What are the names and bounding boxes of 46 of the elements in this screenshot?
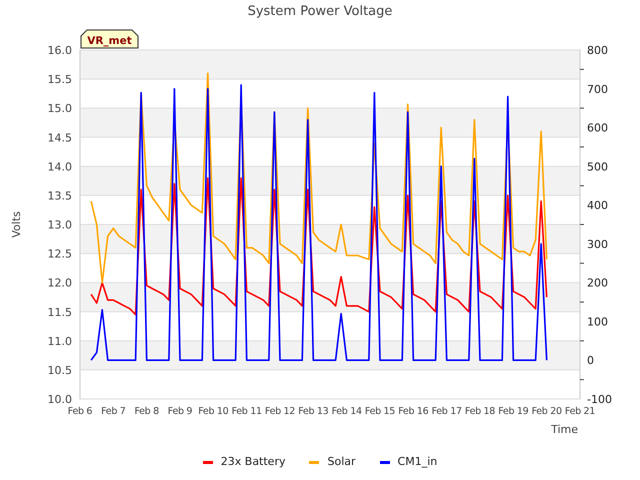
y-tick-label: 14.0 (48, 160, 72, 174)
y2-tick-label: 100 (587, 315, 608, 328)
y2-tick-label: 700 (587, 82, 608, 96)
y-tick-label: 15.5 (48, 73, 72, 86)
y-tick-label: 13.0 (48, 218, 72, 232)
y2-tick-label: 200 (587, 276, 608, 290)
y-tick-label: 11.5 (48, 306, 72, 319)
legend-label: 23x Battery (220, 454, 286, 470)
y-axis-title: Volts (10, 211, 23, 238)
y2-tick-label: 800 (587, 44, 608, 57)
x-tick-label: Feb 6 (68, 406, 92, 417)
x-tick-label: Feb 8 (134, 406, 159, 417)
x-tick-label: Feb 12 (264, 406, 296, 417)
x-tick-label: Feb 18 (464, 406, 496, 417)
y-tick-label: 16.0 (48, 44, 72, 57)
y-tick-label: 12.0 (48, 276, 72, 290)
chart-title: System Power Voltage (248, 3, 392, 22)
y2-tick-label: 500 (587, 160, 608, 174)
y2-tick-label: 400 (587, 199, 608, 212)
x-tick-label: Feb 16 (398, 406, 428, 417)
y-tick-label: 15.0 (48, 102, 72, 116)
y-tick-label: 10.0 (48, 393, 72, 406)
y2-tick-label: 600 (587, 122, 608, 135)
x-tick-label: Feb 10 (198, 406, 228, 417)
x-tick-label: Feb 21 (564, 406, 596, 417)
x-tick-label: Feb 7 (101, 406, 126, 417)
legend-label: Solar (327, 454, 356, 470)
y2-tick-label: 0 (587, 354, 594, 368)
x-tick-label: Feb 19 (498, 406, 528, 417)
x-tick-label: Feb 15 (364, 406, 396, 417)
dataset-tag: VR_met (80, 30, 138, 48)
y2-tick-label: -100 (587, 393, 612, 406)
y-tick-label: 11.0 (48, 334, 72, 348)
x-tick-label: Feb 17 (432, 406, 462, 417)
x-tick-label: Feb 9 (168, 406, 192, 417)
y-tick-label: 13.5 (48, 189, 72, 202)
y-tick-label: 14.5 (48, 131, 72, 144)
x-tick-label: Feb 20 (532, 406, 562, 417)
y2-tick-label: 300 (587, 238, 608, 251)
x-tick-label: Feb 11 (232, 406, 262, 417)
legend-label: CM1_in (398, 454, 438, 470)
x-tick-label: Feb 13 (298, 406, 328, 417)
x-tick-label: Feb 14 (332, 406, 362, 417)
y-tick-label: 12.5 (48, 248, 72, 261)
x-axis-title: Time (551, 423, 578, 436)
y-tick-label: 10.5 (48, 364, 72, 377)
